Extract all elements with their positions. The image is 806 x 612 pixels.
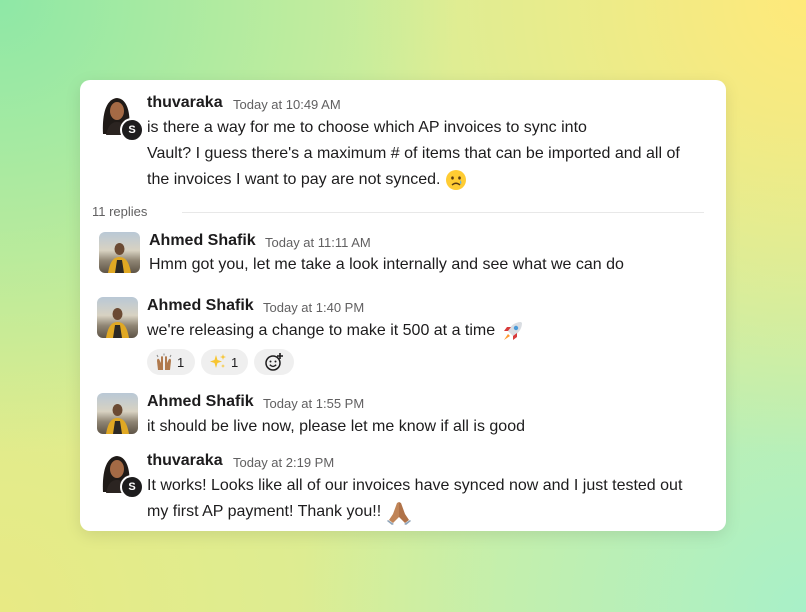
author-name[interactable]: thuvaraka [147, 452, 223, 470]
message-line: we're releasing a change to make it 500 … [147, 322, 496, 340]
add-reaction-button[interactable] [254, 349, 294, 375]
sparkles-icon [210, 354, 226, 368]
message-parent[interactable]: S thuvaraka Today at 10:49 AM is there a… [80, 80, 726, 198]
timestamp[interactable]: Today at 10:49 AM [233, 97, 341, 112]
replies-divider: 11 replies [92, 202, 704, 222]
avatar[interactable] [97, 393, 138, 434]
message-text: is there a way for me to choose which AP… [147, 115, 680, 193]
reaction-raised-hands[interactable]: 1 [147, 349, 195, 375]
author-name[interactable]: Ahmed Shafik [147, 297, 254, 315]
divider-line [182, 212, 704, 213]
avatar[interactable] [99, 232, 140, 273]
message-line: the invoices I want to pay are not synce… [147, 171, 441, 188]
user-avatar-icon [106, 404, 129, 434]
avatar[interactable] [97, 297, 138, 338]
message-text: Hmm got you, let me take a look internal… [149, 256, 624, 273]
author-name[interactable]: Ahmed Shafik [147, 393, 254, 411]
reaction-count: 1 [231, 354, 239, 370]
workspace-badge: S [120, 475, 144, 499]
message-line: is there a way for me to choose which AP… [147, 119, 587, 136]
message-line-with-emoji: the invoices I want to pay are not synce… [147, 167, 680, 193]
timestamp[interactable]: Today at 11:11 AM [265, 235, 371, 250]
crying-face-icon [445, 169, 466, 190]
reply-message[interactable]: Ahmed Shafik Today at 1:40 PM we're rele… [80, 293, 726, 378]
timestamp[interactable]: Today at 2:19 PM [233, 455, 334, 470]
workspace-badge: S [120, 118, 144, 142]
reply-message[interactable]: S thuvaraka Today at 2:19 PM It works! L… [80, 449, 726, 529]
author-name[interactable]: thuvaraka [147, 94, 223, 112]
message-line: Vault? I guess there's a maximum # of it… [147, 145, 680, 162]
thread-card: S thuvaraka Today at 10:49 AM is there a… [80, 80, 726, 531]
message-line: It works! Looks like all of our invoices… [147, 477, 683, 494]
folded-hands-icon [386, 502, 411, 525]
user-avatar-icon [108, 243, 131, 273]
rocket-icon [503, 322, 522, 340]
message-text: It works! Looks like all of our invoices… [147, 473, 682, 525]
raised-hands-icon [156, 353, 172, 370]
add-reaction-icon [265, 353, 283, 371]
message-text: it should be live now, please let me kno… [147, 418, 525, 435]
message-line-with-emoji: my first AP payment! Thank you!! [147, 499, 682, 525]
author-name[interactable]: Ahmed Shafik [149, 232, 256, 250]
message-line: my first AP payment! Thank you!! [147, 503, 382, 521]
reply-message[interactable]: Ahmed Shafik Today at 1:55 PM it should … [80, 390, 726, 446]
reaction-sparkles[interactable]: 1 [201, 349, 248, 375]
timestamp[interactable]: Today at 1:40 PM [263, 300, 364, 315]
message-text: we're releasing a change to make it 500 … [147, 318, 526, 344]
reaction-count: 1 [177, 354, 185, 370]
user-avatar-icon [106, 308, 129, 338]
reply-message[interactable]: Ahmed Shafik Today at 11:11 AM Hmm got y… [80, 228, 726, 286]
replies-count[interactable]: 11 replies [92, 204, 147, 219]
timestamp[interactable]: Today at 1:55 PM [263, 396, 364, 411]
